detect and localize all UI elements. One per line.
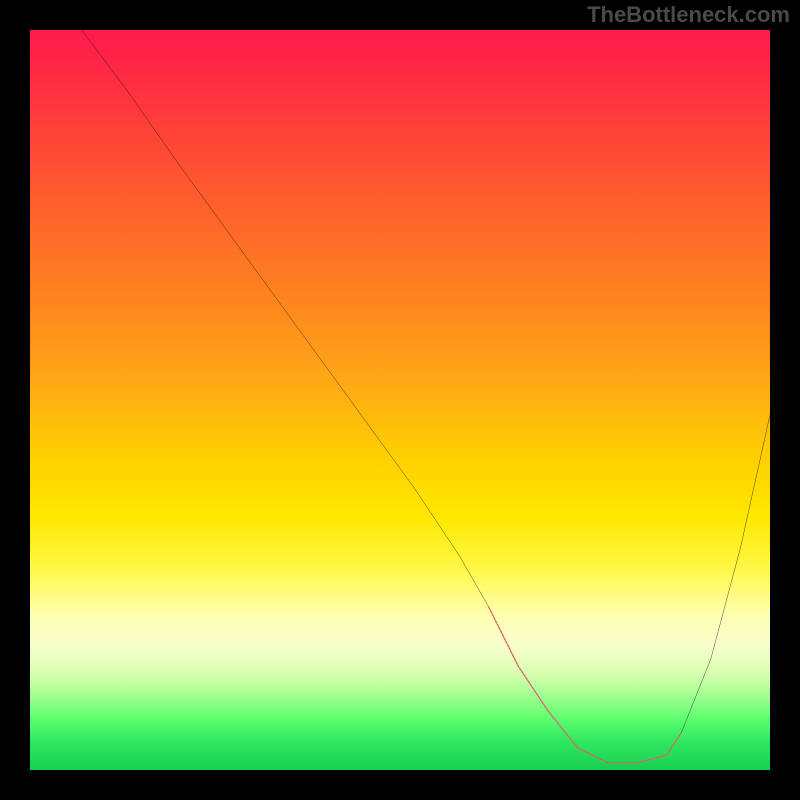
watermark-text: TheBottleneck.com	[587, 2, 790, 28]
accent-segment-line	[489, 607, 681, 762]
chart-svg	[30, 30, 770, 770]
bottleneck-curve-line	[82, 30, 770, 763]
plot-area	[30, 30, 770, 770]
